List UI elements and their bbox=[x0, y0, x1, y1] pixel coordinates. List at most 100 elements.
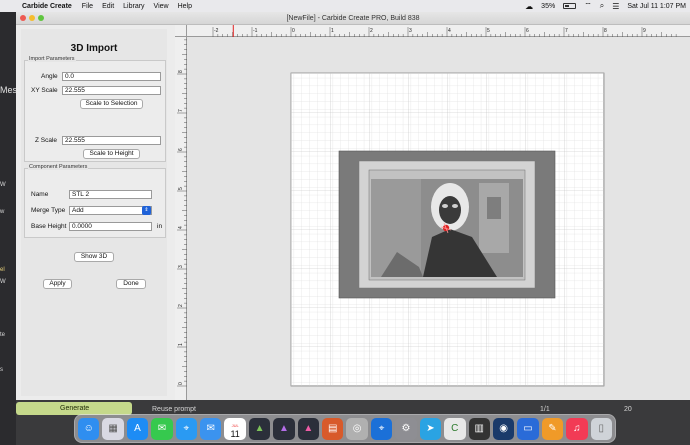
base-height-label: Base Height bbox=[31, 223, 67, 230]
search-icon[interactable]: ⌕ bbox=[600, 1, 604, 11]
photo-booth-icon[interactable]: ◉ bbox=[492, 417, 515, 440]
affinity-publisher-icon[interactable]: ▲ bbox=[297, 417, 320, 440]
window-titlebar: [NewFile] - Carbide Create PRO, Build 83… bbox=[16, 12, 690, 25]
background-text: el bbox=[0, 267, 5, 273]
finder-icon[interactable]: ☺ bbox=[78, 417, 100, 440]
trash-icon[interactable]: ▯ bbox=[590, 417, 612, 440]
design-canvas[interactable] bbox=[187, 37, 690, 400]
merge-type-value: Add bbox=[72, 207, 84, 214]
page-counter: 1/1 bbox=[540, 406, 550, 413]
ruler-top-label: 5 bbox=[487, 28, 490, 34]
dock: ☺ ▦ A ✉ ⌖ ✉ JUL 11 ▲ ▲ ▲ ▤ ◎ ⌖ ⚙ ➤ C ▥ ◉… bbox=[74, 414, 616, 443]
ruler-corner bbox=[175, 25, 187, 37]
affinity-designer-icon[interactable]: ▲ bbox=[248, 417, 271, 440]
control-center-icon[interactable]: ☰ bbox=[612, 2, 619, 11]
menu-library[interactable]: Library bbox=[123, 3, 144, 10]
canvas-svg bbox=[290, 72, 605, 387]
group-label: Import Parameters bbox=[28, 56, 76, 62]
scale-to-selection-button[interactable]: Scale to Selection bbox=[80, 99, 143, 109]
merge-type-select[interactable]: Add ⇕ bbox=[69, 206, 152, 215]
ruler-top-label: 6 bbox=[526, 28, 529, 34]
ruler-top-label: 4 bbox=[448, 28, 451, 34]
main-window: [NewFile] - Carbide Create PRO, Build 83… bbox=[16, 12, 690, 400]
compressor-icon[interactable]: ◎ bbox=[346, 417, 368, 440]
show-3d-button[interactable]: Show 3D bbox=[74, 252, 114, 262]
ruler-left-label: 2 bbox=[178, 304, 184, 307]
affinity-photo-icon[interactable]: ▲ bbox=[273, 417, 295, 440]
xy-scale-input[interactable]: 22.555 bbox=[62, 86, 161, 95]
ruler-left-label: 0 bbox=[178, 382, 184, 385]
ruler-top-label: 1 bbox=[331, 28, 334, 34]
gallery-icon[interactable]: ▥ bbox=[468, 417, 490, 440]
ruler-left-label: 5 bbox=[178, 187, 184, 190]
calendar-icon[interactable]: JUL 11 bbox=[224, 417, 246, 440]
panel-title: 3D Import bbox=[70, 43, 118, 54]
name-label: Name bbox=[31, 191, 49, 198]
ruler-top-label: 7 bbox=[565, 28, 568, 34]
keynote-icon[interactable]: ▭ bbox=[517, 417, 539, 440]
ruler-left-label: 3 bbox=[178, 265, 184, 268]
creative-cloud-icon[interactable]: ☁ bbox=[525, 2, 533, 11]
menu-file[interactable]: File bbox=[82, 3, 93, 10]
background-text: s bbox=[0, 367, 3, 373]
carbide-icon[interactable]: ▤ bbox=[322, 417, 344, 440]
import-panel: 3D Import Import Parameters Angle 0.0 XY… bbox=[21, 29, 167, 396]
close-window-icon[interactable] bbox=[20, 15, 26, 21]
z-scale-label: Z Scale bbox=[35, 137, 58, 144]
carbide-create-icon[interactable]: C bbox=[444, 417, 466, 440]
calendar-day: 11 bbox=[230, 428, 240, 439]
mail-icon[interactable]: ✉ bbox=[200, 417, 222, 440]
unit-label: in bbox=[157, 223, 163, 230]
window-title: [NewFile] - Carbide Create PRO, Build 83… bbox=[286, 15, 420, 22]
background-app-strip: Mes W w el W te s bbox=[0, 12, 18, 445]
clock[interactable]: Sat Jul 11 1:07 PM bbox=[627, 3, 686, 10]
launchpad-icon[interactable]: ▦ bbox=[102, 417, 124, 440]
group-label: Component Parameters bbox=[28, 164, 89, 170]
ruler-left-label: 1 bbox=[178, 343, 184, 346]
name-input[interactable]: STL 2 bbox=[69, 190, 152, 199]
scale-to-height-button[interactable]: Scale to Height bbox=[83, 149, 140, 159]
traffic-lights bbox=[20, 15, 44, 21]
menu-help[interactable]: Help bbox=[178, 3, 192, 10]
safari-icon[interactable]: ⌖ bbox=[175, 417, 198, 440]
messages-icon[interactable]: ✉ bbox=[151, 417, 173, 440]
angle-input[interactable]: 0.0 bbox=[62, 72, 161, 81]
wifi-icon[interactable]: ⌔ bbox=[584, 1, 592, 11]
chevron-updown-icon: ⇕ bbox=[142, 206, 151, 215]
app-store-icon[interactable]: A bbox=[126, 417, 149, 440]
page-number: 20 bbox=[624, 406, 632, 413]
xy-scale-label: XY Scale bbox=[31, 87, 58, 94]
background-text: W bbox=[0, 182, 6, 188]
z-scale-input[interactable]: 22.555 bbox=[62, 136, 161, 145]
safari-technology-preview-icon[interactable]: ⌖ bbox=[370, 417, 393, 440]
reuse-prompt-label[interactable]: Reuse prompt bbox=[152, 406, 196, 413]
system-preferences-icon[interactable]: ⚙ bbox=[395, 417, 417, 440]
generate-label: Generate bbox=[60, 405, 90, 412]
import-parameters-group: Import Parameters Angle 0.0 XY Scale 22.… bbox=[24, 56, 166, 162]
ruler-left-label: 6 bbox=[178, 148, 184, 151]
telegram-icon[interactable]: ➤ bbox=[419, 417, 442, 440]
base-height-input[interactable]: 0.0000 bbox=[69, 222, 152, 231]
apply-button[interactable]: Apply bbox=[43, 279, 72, 289]
background-text: w bbox=[0, 209, 5, 215]
ruler-top-label: 0 bbox=[292, 28, 295, 34]
done-button[interactable]: Done bbox=[116, 279, 146, 289]
ruler-left: 8 7 6 5 4 3 2 1 0 bbox=[175, 37, 187, 400]
menubar-status: ☁ 35% ⌔ ⌕ ☰ Sat Jul 11 1:07 PM bbox=[525, 1, 686, 11]
menu-view[interactable]: View bbox=[154, 3, 169, 10]
menu-edit[interactable]: Edit bbox=[102, 3, 114, 10]
background-text: Mes bbox=[0, 85, 18, 95]
zoom-window-icon[interactable] bbox=[38, 15, 44, 21]
menubar: Carbide Create File Edit Library View He… bbox=[0, 0, 690, 12]
background-text: W bbox=[0, 279, 6, 285]
battery-icon[interactable] bbox=[563, 3, 577, 9]
battery-percent: 35% bbox=[541, 2, 556, 10]
menu-app-name[interactable]: Carbide Create bbox=[22, 3, 72, 10]
background-text: te bbox=[0, 332, 6, 338]
ruler-top: -2 -1 0 1 2 3 4 5 6 7 8 9 bbox=[175, 25, 690, 37]
minimize-window-icon[interactable] bbox=[29, 15, 35, 21]
ruler-top-label: 3 bbox=[409, 28, 412, 34]
ruler-left-label: 4 bbox=[178, 226, 184, 229]
music-icon[interactable]: ♫ bbox=[566, 417, 588, 440]
pages-icon[interactable]: ✎ bbox=[541, 417, 564, 440]
